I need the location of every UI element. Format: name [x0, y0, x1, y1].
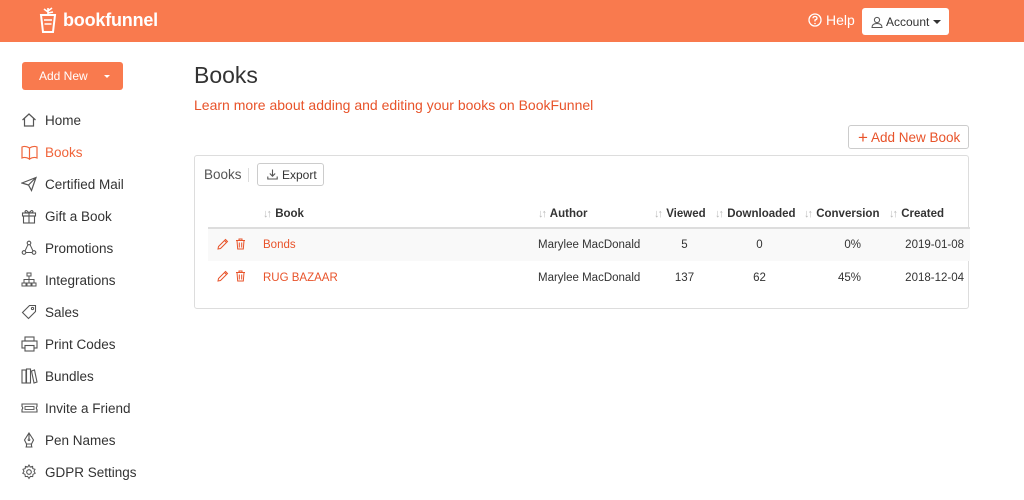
sidebar-item-bundles[interactable]: Bundles [20, 360, 137, 392]
user-icon [871, 16, 883, 28]
table-row: RUG BAZAAR Marylee MacDonald 137 62 45% … [208, 261, 970, 294]
viewed-cell: 5 [654, 228, 715, 261]
sidebar-item-gdpr-settings[interactable]: GDPR Settings [20, 456, 137, 488]
tag-icon [20, 303, 38, 321]
column-header-viewed[interactable]: ↓↑ Viewed [654, 201, 715, 229]
table-row: Bonds Marylee MacDonald 5 0 0% 2019-01-0… [208, 228, 970, 261]
sort-icon: ↓↑ [715, 208, 724, 220]
sidebar-item-pen-names[interactable]: Pen Names [20, 424, 137, 456]
logo-icon [39, 7, 57, 33]
sidebar-item-sales[interactable]: Sales [20, 296, 137, 328]
books-table: ↓↑ Book ↓↑ Author ↓↑ Viewed ↓↑ Downloade… [208, 201, 970, 294]
sidebar-item-home[interactable]: Home [20, 104, 137, 136]
network-icon [20, 271, 38, 289]
sidebar-item-label: Gift a Book [45, 208, 112, 224]
sidebar-item-label: Home [45, 112, 82, 128]
caret-down-icon [933, 19, 942, 24]
question-circle-icon [808, 13, 822, 27]
sidebar-item-books[interactable]: Books [20, 136, 137, 168]
sidebar-item-label: Integrations [45, 272, 116, 288]
help-link[interactable]: Help [808, 12, 855, 28]
page-title: Books [194, 62, 258, 88]
add-new-label: Add New [39, 69, 88, 83]
panel-title: Books [204, 167, 242, 182]
books-panel: Books Export ↓↑ Book ↓↑ Author ↓↑ Viewed… [194, 155, 970, 309]
sort-icon: ↓↑ [804, 208, 813, 220]
sidebar-nav: Home Books Certified Mail Gift a Book Pr… [20, 104, 137, 488]
author-cell: Marylee MacDonald [538, 271, 641, 284]
sidebar-item-label: Print Codes [45, 336, 116, 352]
caret-down-icon [104, 75, 110, 78]
account-dropdown-button[interactable]: Account [862, 8, 949, 35]
edit-pencil-icon[interactable] [217, 238, 229, 250]
sort-icon: ↓↑ [538, 208, 547, 220]
table-header-row: ↓↑ Book ↓↑ Author ↓↑ Viewed ↓↑ Downloade… [208, 201, 970, 229]
plus-icon: + [858, 127, 868, 147]
created-cell: 2018-12-04 [905, 271, 964, 284]
sidebar-item-label: GDPR Settings [45, 464, 137, 480]
trash-icon[interactable] [235, 270, 246, 282]
column-header-created[interactable]: ↓↑ Created [889, 201, 970, 229]
add-new-book-label: Add New Book [870, 129, 961, 145]
sidebar-item-gift-a-book[interactable]: Gift a Book [20, 200, 137, 232]
column-header-book[interactable]: ↓↑ Book [263, 201, 538, 229]
gift-icon [20, 207, 38, 225]
downloaded-cell: 0 [715, 228, 804, 261]
book-link[interactable]: Bonds [263, 239, 296, 251]
divider [248, 168, 249, 182]
sort-icon: ↓↑ [263, 208, 272, 220]
sidebar-item-integrations[interactable]: Integrations [20, 264, 137, 296]
row-actions [208, 228, 263, 261]
sidebar-item-label: Sales [45, 304, 79, 320]
promotions-icon [20, 239, 38, 257]
column-header-author[interactable]: ↓↑ Author [538, 201, 654, 229]
gear-icon [20, 463, 38, 481]
sidebar-item-invite-a-friend[interactable]: Invite a Friend [20, 392, 137, 424]
pen-nib-icon [20, 431, 38, 449]
download-icon [267, 169, 278, 180]
trash-icon[interactable] [235, 238, 246, 250]
sidebar-item-print-codes[interactable]: Print Codes [20, 328, 137, 360]
column-header-conversion[interactable]: ↓↑ Conversion [804, 201, 889, 229]
conversion-cell: 0% [804, 228, 889, 261]
sidebar-item-label: Certified Mail [45, 176, 124, 192]
paper-plane-icon [20, 175, 38, 193]
bookfunnel-logo[interactable]: bookfunnel [37, 6, 158, 34]
add-new-book-button[interactable]: + Add New Book [848, 125, 969, 149]
viewed-cell: 137 [674, 271, 695, 284]
printer-icon [20, 335, 38, 353]
account-label: Account [886, 14, 930, 29]
logo-text: bookfunnel [63, 9, 158, 30]
sidebar-item-label: Books [45, 144, 83, 160]
help-label: Help [826, 12, 855, 28]
sidebar-item-label: Invite a Friend [45, 400, 131, 416]
sidebar-item-label: Promotions [45, 240, 114, 256]
bundles-icon [20, 367, 38, 385]
sidebar-item-label: Bundles [45, 368, 94, 384]
downloaded-cell: 62 [753, 271, 766, 284]
edit-pencil-icon[interactable] [217, 270, 229, 282]
created-cell: 2019-01-08 [889, 228, 970, 261]
actions-column-header [208, 201, 263, 229]
row-actions [208, 261, 263, 294]
home-icon [20, 111, 38, 129]
sort-icon: ↓↑ [654, 208, 663, 220]
author-cell: Marylee MacDonald [538, 228, 654, 261]
sidebar-item-promotions[interactable]: Promotions [20, 232, 137, 264]
book-cell: RUG BAZAAR [263, 261, 538, 294]
export-label: Export [282, 167, 317, 182]
conversion-cell: 45% [837, 271, 861, 284]
learn-more-link[interactable]: Learn more about adding and editing your… [194, 97, 593, 113]
book-link[interactable]: RUG BAZAAR [263, 272, 338, 284]
sort-icon: ↓↑ [889, 208, 898, 220]
book-cell: Bonds [263, 228, 538, 261]
export-button[interactable]: Export [257, 163, 324, 186]
ticket-icon [20, 399, 38, 417]
column-header-downloaded[interactable]: ↓↑ Downloaded [715, 201, 804, 229]
sidebar-item-label: Pen Names [45, 432, 116, 448]
add-new-button[interactable]: Add New [22, 62, 123, 90]
top-navbar: bookfunnel Help Account [0, 0, 1024, 42]
sidebar-item-certified-mail[interactable]: Certified Mail [20, 168, 137, 200]
book-icon [20, 143, 38, 161]
